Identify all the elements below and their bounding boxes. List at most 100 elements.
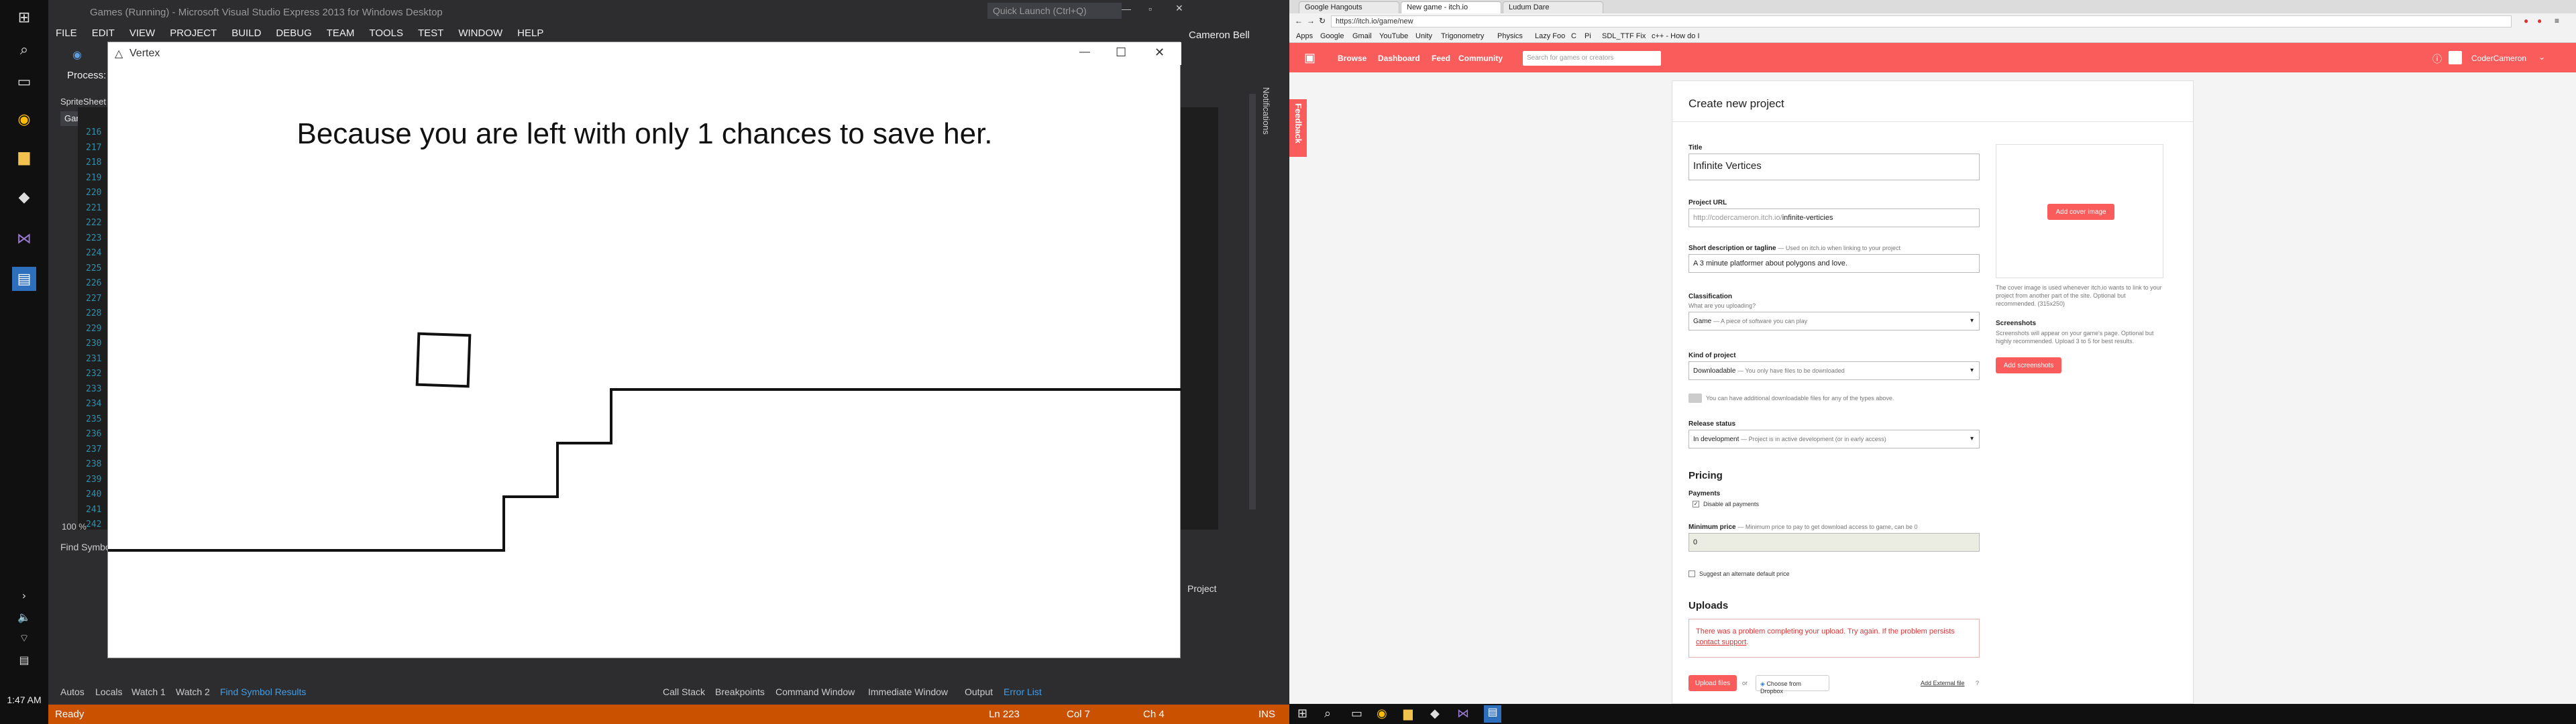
tab-command-window[interactable]: Command Window [775, 686, 855, 697]
nav-browse[interactable]: Browse [1338, 54, 1366, 63]
avatar[interactable] [2449, 51, 2462, 64]
quick-launch-input[interactable]: Quick Launch (Ctrl+Q) [987, 3, 1122, 19]
add-external-file-link[interactable]: Add External file [1921, 680, 1965, 686]
feedback-tab[interactable]: Feedback [1289, 99, 1307, 157]
bookmark-apps[interactable]: Apps [1296, 32, 1313, 40]
menu-debug[interactable]: DEBUG [268, 24, 319, 42]
menu-window[interactable]: WINDOW [451, 24, 510, 42]
tab-output[interactable]: Output [965, 686, 993, 697]
bookmark-physics[interactable]: Physics [1497, 32, 1523, 40]
classification-select[interactable]: Game — A piece of software you can play ▾ [1688, 312, 1980, 330]
windows-start-icon[interactable]: ⊞ [12, 5, 36, 29]
app-window-icon[interactable]: ▤ [1484, 705, 1501, 723]
bookmark-lazy-foo[interactable]: Lazy Foo [1535, 32, 1565, 40]
tab-breakpoints[interactable]: Breakpoints [715, 686, 765, 697]
description-input[interactable]: A 3 minute platformer about polygons and… [1688, 254, 1980, 273]
notification-icon[interactable]: ▤ [12, 648, 36, 672]
menu-test[interactable]: TEST [411, 24, 451, 42]
menu-edit[interactable]: EDIT [85, 24, 122, 42]
chevron-up-icon[interactable]: › [12, 583, 36, 607]
chrome-icon[interactable]: ◉ [1377, 707, 1387, 721]
add-screenshots-button[interactable]: Add screenshots [1996, 357, 2061, 373]
info-icon[interactable]: ⓘ [2432, 52, 2442, 66]
editor-scrollbar[interactable] [1249, 94, 1256, 509]
maximize-icon[interactable]: ▫ [1148, 3, 1152, 14]
notifications-tab[interactable]: Notifications [1261, 87, 1271, 135]
task-view-icon[interactable]: ▭ [1351, 707, 1362, 721]
bookmark-trigonometry[interactable]: Trigonometry [1441, 32, 1484, 40]
address-bar[interactable]: https://itch.io/game/new [1331, 15, 2512, 27]
bookmark-c[interactable]: C [1571, 32, 1576, 40]
visual-studio-icon[interactable]: ⋈ [1457, 707, 1469, 721]
menu-icon[interactable]: ≡ [2555, 16, 2559, 25]
zoom-level[interactable]: 100 % [62, 522, 87, 532]
doc-tab-spritesheet[interactable]: SpriteSheet [60, 97, 106, 107]
tab-error-list[interactable]: Error List [1004, 686, 1042, 697]
tab-ludum-dare[interactable]: Ludum Dare [1503, 1, 1603, 13]
search-icon[interactable]: ⌕ [12, 38, 36, 62]
menu-project[interactable]: PROJECT [162, 24, 224, 42]
task-view-icon[interactable]: ▭ [12, 70, 36, 94]
unity-icon[interactable]: ◆ [12, 185, 36, 209]
kind-select[interactable]: Downloadable — You only have files to be… [1688, 361, 1980, 380]
tab-autos[interactable]: Autos [60, 686, 85, 697]
volume-icon[interactable]: 🔈 [12, 605, 36, 629]
app-window-icon[interactable]: ▤ [12, 267, 36, 291]
unity-icon[interactable]: ◆ [1430, 707, 1440, 721]
network-icon[interactable]: ⌔ [12, 626, 36, 650]
back-icon[interactable]: ← [1295, 16, 1303, 25]
chevron-down-icon[interactable]: ⌄ [2538, 52, 2545, 62]
disable-payments-checkbox[interactable]: ✓ [1693, 501, 1699, 507]
nav-dashboard[interactable]: Dashboard [1378, 54, 1420, 63]
windows-start-icon[interactable]: ⊞ [1297, 707, 1307, 721]
add-cover-image-button[interactable]: Add cover image [2047, 204, 2114, 220]
file-explorer-icon[interactable]: ▆ [12, 145, 36, 169]
file-explorer-icon[interactable]: ▆ [1403, 707, 1413, 721]
dropbox-button[interactable]: ◈ Choose from Dropbox [1756, 675, 1829, 695]
close-icon[interactable]: ✕ [1175, 3, 1183, 14]
reload-icon[interactable]: ↻ [1319, 16, 1326, 25]
help-icon[interactable]: ? [1976, 680, 1979, 686]
extension-icon[interactable]: ● [2524, 16, 2528, 25]
release-select[interactable]: In development — Project is in active de… [1688, 430, 1980, 448]
tab-new-game[interactable]: New game - itch.io [1401, 1, 1501, 13]
bookmark-youtube[interactable]: YouTube [1379, 32, 1408, 40]
extension-icon[interactable]: ● [2537, 16, 2542, 25]
forward-icon[interactable]: → [1307, 16, 1315, 25]
tab-watch1[interactable]: Watch 1 [131, 686, 166, 697]
upload-files-button[interactable]: Upload files [1688, 675, 1737, 691]
min-price-input[interactable]: 0 [1688, 533, 1980, 552]
chrome-icon[interactable]: ◉ [12, 107, 36, 131]
minimize-icon[interactable]: — [1122, 3, 1131, 14]
project-url-input[interactable]: http://codercameron.itch.io/infinite-ver… [1688, 208, 1980, 227]
tab-immediate-window[interactable]: Immediate Window [868, 686, 948, 697]
bookmark-google[interactable]: Google [1320, 32, 1344, 40]
tab-call-stack[interactable]: Call Stack [663, 686, 705, 697]
menu-file[interactable]: FILE [48, 24, 85, 42]
user-name[interactable]: CoderCameron [2471, 54, 2526, 63]
bookmark-unity[interactable]: Unity [1415, 32, 1432, 40]
tab-find-symbol-results[interactable]: Find Symbol Results [220, 686, 306, 697]
title-input[interactable]: Infinite Vertices [1688, 154, 1980, 180]
tab-locals[interactable]: Locals [95, 686, 122, 697]
menu-build[interactable]: BUILD [224, 24, 268, 42]
nav-community[interactable]: Community [1458, 54, 1503, 63]
tab-google-hangouts[interactable]: Google Hangouts [1299, 1, 1399, 13]
nav-feed[interactable]: Feed [1432, 54, 1450, 63]
visual-studio-icon[interactable]: ⋈ [12, 227, 36, 251]
menu-help[interactable]: HELP [510, 24, 551, 42]
tab-watch2[interactable]: Watch 2 [176, 686, 210, 697]
menu-tools[interactable]: TOOLS [362, 24, 411, 42]
search-icon[interactable]: ⌕ [1324, 707, 1331, 721]
menu-view[interactable]: VIEW [122, 24, 162, 42]
bookmark-pi[interactable]: Pi [1585, 32, 1591, 40]
back-icon[interactable]: ◉ [72, 48, 82, 62]
bookmark-cpp[interactable]: c++ - How do I [1652, 32, 1700, 40]
itch-logo-icon[interactable]: ▣ [1304, 51, 1316, 65]
menu-team[interactable]: TEAM [319, 24, 362, 42]
search-input[interactable]: Search for games or creators [1523, 51, 1661, 66]
bookmark-gmail[interactable]: Gmail [1352, 32, 1372, 40]
contact-support-link[interactable]: contact support [1696, 638, 1746, 646]
suggest-price-checkbox[interactable] [1688, 570, 1695, 577]
bookmark-sdl-ttf[interactable]: SDL_TTF Fix [1602, 32, 1646, 40]
